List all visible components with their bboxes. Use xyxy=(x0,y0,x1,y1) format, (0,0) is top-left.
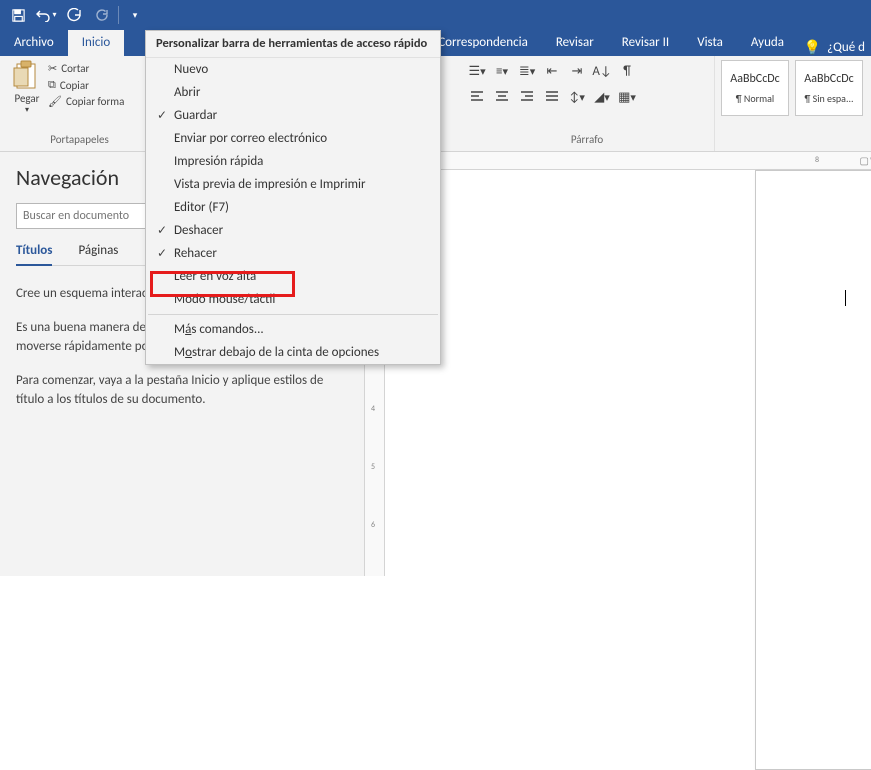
menu-item-label: Leer en voz alta xyxy=(174,269,256,284)
align-left-icon[interactable] xyxy=(466,86,488,108)
group-clipboard: Portapapeles xyxy=(0,133,159,151)
cut-label: Cortar xyxy=(61,62,89,75)
menu-item-label: Rehacer xyxy=(174,246,217,261)
title-bar: ▾ ▾ xyxy=(0,0,871,30)
cut-button[interactable]: ✂ Cortar xyxy=(48,62,124,75)
menu-item-label: Enviar por correo electrónico xyxy=(174,131,327,146)
text-cursor xyxy=(845,290,846,306)
menu-more-commands[interactable]: Más comandos... xyxy=(146,318,440,341)
menu-item-label: Impresión rápida xyxy=(174,154,263,169)
tell-me-label: ¿Qué d xyxy=(827,40,865,55)
qat-customize-icon[interactable]: ▾ xyxy=(121,2,149,28)
nav-tab-paginas[interactable]: Páginas xyxy=(78,243,118,265)
qat-separator xyxy=(118,6,119,24)
align-right-icon[interactable] xyxy=(516,86,538,108)
check-icon: ✓ xyxy=(150,108,174,123)
pilcrow-icon[interactable]: ¶ xyxy=(616,60,638,82)
shading-icon[interactable]: ◢ ▾ xyxy=(591,86,613,108)
menu-item-5[interactable]: Vista previa de impresión e Imprimir xyxy=(146,173,440,196)
qat-customize-menu: Personalizar barra de herramientas de ac… xyxy=(145,30,441,365)
justify-icon[interactable] xyxy=(541,86,563,108)
brush-icon: 🖌 xyxy=(48,95,62,108)
borders-icon[interactable]: ▦ ▾ xyxy=(616,86,638,108)
line-spacing-icon[interactable]: ↕ ▾ xyxy=(566,86,588,108)
style-normal[interactable]: AaBbCcDc ¶ Normal xyxy=(721,60,789,116)
paste-button[interactable]: Pegar ▾ xyxy=(6,60,48,129)
menu-item-label: Modo mouse/táctil xyxy=(174,292,275,307)
copy-label: Copiar xyxy=(60,79,89,92)
copy-icon: ⧉ xyxy=(48,78,56,92)
tab-revisar[interactable]: Revisar xyxy=(542,30,608,56)
sort-icon[interactable]: A↓ xyxy=(591,60,613,82)
menu-item-label: Nuevo xyxy=(174,62,208,77)
style-sample: AaBbCcDc xyxy=(804,72,853,86)
menu-item-2[interactable]: ✓Guardar xyxy=(146,104,440,127)
check-icon: ✓ xyxy=(150,246,174,261)
menu-item-label: Editor (F7) xyxy=(174,200,229,215)
undo-icon[interactable]: ▾ xyxy=(32,2,60,28)
menu-item-label: Deshacer xyxy=(174,223,223,238)
menu-item-label: Vista previa de impresión e Imprimir xyxy=(174,177,366,192)
menu-item-6[interactable]: Editor (F7) xyxy=(146,196,440,219)
nav-tab-titulos[interactable]: Títulos xyxy=(16,243,52,266)
menu-item-10[interactable]: Modo mouse/táctil xyxy=(146,288,440,311)
bulb-icon: 💡 xyxy=(804,39,821,56)
tab-inicio[interactable]: Inicio xyxy=(68,30,124,56)
menu-item-4[interactable]: Impresión rápida xyxy=(146,150,440,173)
menu-separator xyxy=(148,314,438,315)
save-icon[interactable] xyxy=(4,2,32,28)
style-nospacing-label: ¶ Sin espa... xyxy=(804,92,853,105)
menu-item-8[interactable]: ✓Rehacer xyxy=(146,242,440,265)
bullets-icon[interactable]: ☰ ▾ xyxy=(466,60,488,82)
refresh-icon[interactable] xyxy=(88,2,116,28)
menu-item-label: Abrir xyxy=(174,85,200,100)
menu-item-9[interactable]: Leer en voz alta xyxy=(146,265,440,288)
tab-archivo[interactable]: Archivo xyxy=(0,30,68,56)
ruler-toggle-icon[interactable]: ▢ xyxy=(860,154,869,167)
tab-ayuda[interactable]: Ayuda xyxy=(737,30,798,56)
redo-icon[interactable] xyxy=(60,2,88,28)
style-normal-label: ¶ Normal xyxy=(736,92,774,105)
tab-correspondencia[interactable]: Correspondencia xyxy=(424,30,542,56)
dropdown-title: Personalizar barra de herramientas de ac… xyxy=(146,31,440,58)
numbering-icon[interactable]: ≡ ▾ xyxy=(491,60,513,82)
format-painter-button[interactable]: 🖌 Copiar forma xyxy=(48,95,124,108)
indent-icon[interactable]: ⇥ xyxy=(566,60,588,82)
style-nospacing[interactable]: AaBbCcDc ¶ Sin espa... xyxy=(795,60,863,116)
check-icon: ✓ xyxy=(150,223,174,238)
tab-vista[interactable]: Vista xyxy=(683,30,737,56)
outdent-icon[interactable]: ⇤ xyxy=(541,60,563,82)
menu-item-label: Guardar xyxy=(174,108,217,123)
menu-item-0[interactable]: Nuevo xyxy=(146,58,440,81)
scissors-icon: ✂ xyxy=(48,62,57,75)
menu-show-below[interactable]: Mostrar debajo de la cinta de opciones xyxy=(146,341,440,364)
page[interactable] xyxy=(755,170,871,770)
paste-label: Pegar xyxy=(14,92,39,105)
menu-item-1[interactable]: Abrir xyxy=(146,81,440,104)
tab-revisar-ii[interactable]: Revisar II xyxy=(608,30,683,56)
style-sample: AaBbCcDc xyxy=(730,72,779,86)
menu-item-3[interactable]: Enviar por correo electrónico xyxy=(146,127,440,150)
group-paragraph: Párrafo xyxy=(460,133,714,151)
format-label: Copiar forma xyxy=(66,95,124,108)
tell-me[interactable]: 💡 ¿Qué d xyxy=(804,39,871,56)
copy-button[interactable]: ⧉ Copiar xyxy=(48,78,124,92)
align-center-icon[interactable] xyxy=(491,86,513,108)
menu-item-7[interactable]: ✓Deshacer xyxy=(146,219,440,242)
multilevel-icon[interactable]: ≣ ▾ xyxy=(516,60,538,82)
